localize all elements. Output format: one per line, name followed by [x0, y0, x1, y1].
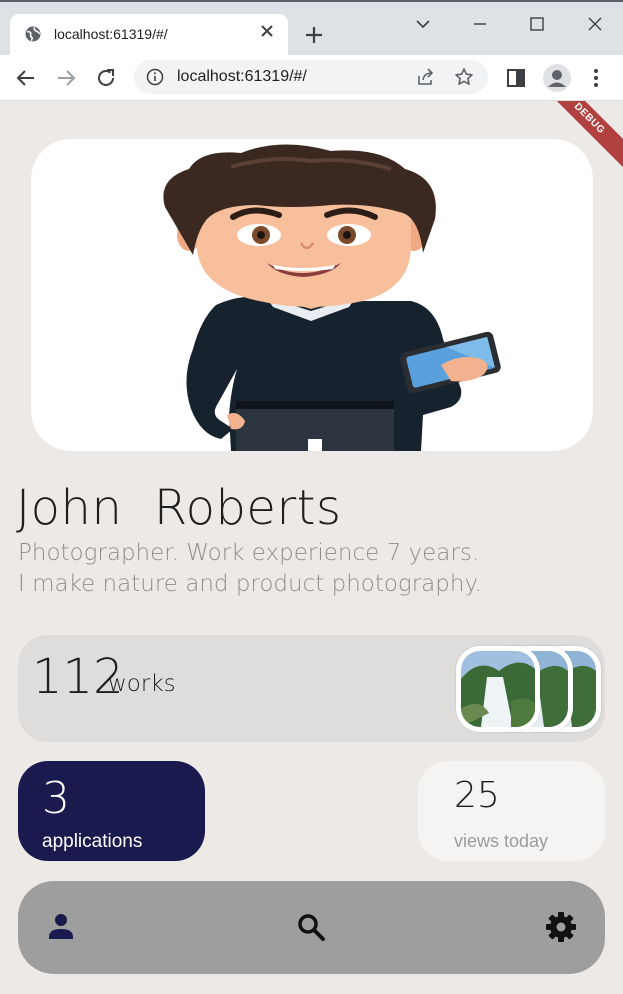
- new-tab-icon[interactable]: [303, 24, 325, 46]
- browser-tab[interactable]: localhost:61319/#/: [10, 14, 288, 57]
- app-viewport: DEBUG John Roberts Photographer. Work ex…: [0, 101, 623, 994]
- back-arrow-icon[interactable]: [14, 66, 38, 90]
- profile-bio: Photographer. Work experience 7 years. I…: [18, 538, 482, 600]
- avatar-illustration: [163, 144, 501, 451]
- views-card[interactable]: 25 views today: [418, 761, 605, 861]
- works-card[interactable]: 112 works: [18, 635, 605, 742]
- profile-name: John Roberts: [16, 480, 342, 536]
- views-count: 25: [454, 775, 500, 816]
- person-icon: [548, 70, 566, 87]
- views-label: views today: [454, 831, 549, 851]
- browser-profile-avatar[interactable]: [543, 64, 571, 92]
- site-info-icon[interactable]: [146, 68, 164, 86]
- more-menu-icon[interactable]: [584, 66, 608, 90]
- search-icon[interactable]: [291, 907, 331, 947]
- address-bar[interactable]: localhost:61319/#/: [134, 60, 488, 94]
- reload-icon[interactable]: [94, 66, 118, 90]
- work-thumbnail[interactable]: [456, 646, 540, 732]
- applications-card[interactable]: 3 applications: [18, 761, 205, 861]
- url-text[interactable]: localhost:61319/#/: [177, 68, 307, 86]
- waterfall-photo: [461, 651, 535, 727]
- bottom-nav-bar: [18, 881, 605, 974]
- minimize-icon[interactable]: [470, 14, 490, 34]
- works-label: works: [108, 671, 176, 697]
- tab-title: localhost:61319/#/: [54, 26, 168, 42]
- profile-bio-line: I make nature and product photography.: [18, 571, 483, 597]
- gear-icon[interactable]: [541, 907, 581, 947]
- browser-tab-strip: localhost:61319/#/: [0, 0, 623, 57]
- browser-toolbar: localhost:61319/#/: [0, 55, 623, 101]
- maximize-icon[interactable]: [527, 14, 547, 34]
- globe-icon: [25, 26, 41, 42]
- side-panel-icon[interactable]: [504, 66, 528, 90]
- close-tab-icon[interactable]: [260, 24, 274, 38]
- bookmark-star-icon[interactable]: [454, 67, 474, 87]
- share-icon[interactable]: [416, 67, 436, 87]
- forward-arrow-icon[interactable]: [54, 66, 78, 90]
- applications-count: 3: [42, 773, 70, 824]
- person-icon[interactable]: [41, 907, 81, 947]
- profile-bio-line: Photographer. Work experience 7 years.: [18, 540, 480, 566]
- profile-photo-card: [31, 139, 593, 451]
- tab-search-chevron-icon[interactable]: [413, 14, 433, 34]
- applications-label: applications: [42, 831, 143, 852]
- close-window-icon[interactable]: [585, 14, 605, 34]
